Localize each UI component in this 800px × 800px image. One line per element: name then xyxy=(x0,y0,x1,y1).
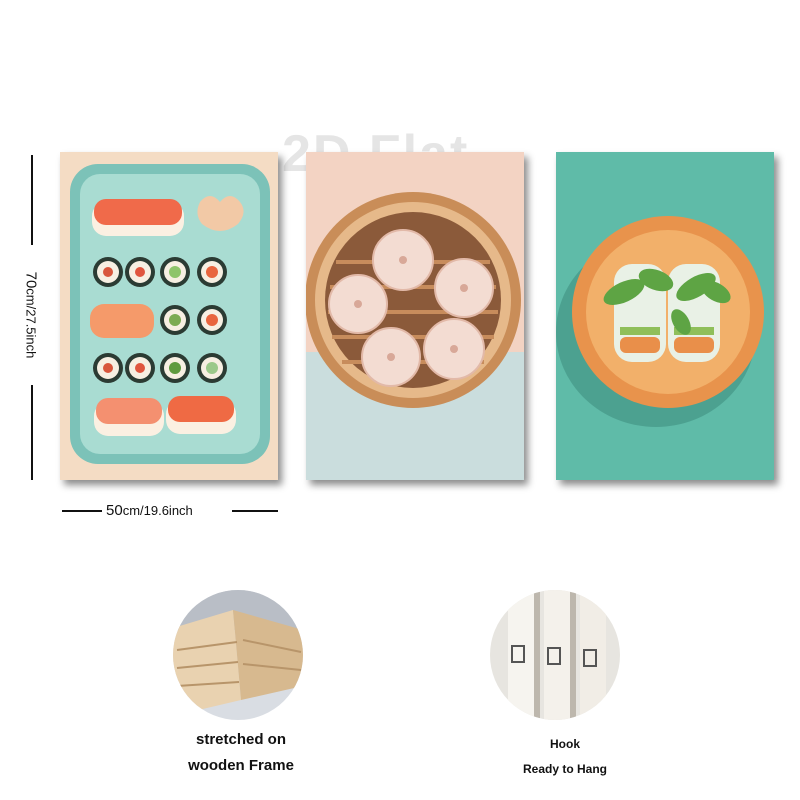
spring-roll-panel xyxy=(556,152,774,480)
width-unit: cm/19.6inch xyxy=(122,503,193,518)
height-unit: cm/27.5inch xyxy=(23,288,39,359)
height-line-top xyxy=(31,155,33,245)
width-label: 50cm/19.6inch xyxy=(106,502,193,519)
wooden-frame-photo xyxy=(173,590,303,720)
frame-caption-line2: wooden Frame xyxy=(188,757,294,774)
width-line-right xyxy=(232,510,278,512)
height-line-bottom xyxy=(31,385,33,480)
sushi-illustration xyxy=(60,152,278,480)
hook-caption-line1: Hook xyxy=(550,737,580,751)
dumpling-panel xyxy=(306,152,524,480)
spring-roll-illustration xyxy=(556,152,774,480)
hook-icon xyxy=(490,590,620,720)
sushi-panel xyxy=(60,152,278,480)
width-line-left xyxy=(62,510,102,512)
dumpling-illustration xyxy=(306,152,524,480)
height-label: 70cm/27.5inch xyxy=(23,272,40,359)
wooden-frame-icon xyxy=(173,590,303,720)
width-value: 50 xyxy=(106,502,123,519)
frame-caption-line1: stretched on xyxy=(195,731,286,748)
height-value: 70 xyxy=(22,271,40,289)
hook-caption-line2: Ready to Hang xyxy=(522,762,607,776)
hook-photo xyxy=(490,590,620,720)
